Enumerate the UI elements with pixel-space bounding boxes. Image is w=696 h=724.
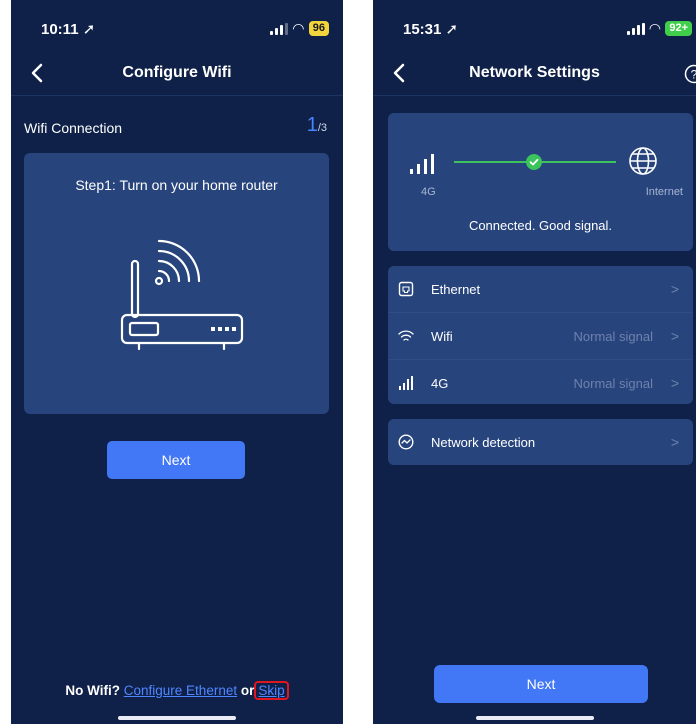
check-icon (526, 154, 542, 170)
cellular-signal-icon (410, 154, 434, 174)
footer-text: No Wifi? Configure Ethernet or Skip (11, 681, 343, 700)
internet-label: Internet (645, 186, 683, 198)
skip-link[interactable]: Skip (258, 683, 284, 698)
router-icon (120, 239, 244, 351)
4g-label: 4G (431, 375, 449, 391)
home-indicator (118, 716, 236, 720)
wifi-status-icon: ◠ (649, 20, 661, 36)
connection-status-text: Connected. Good signal. (468, 218, 613, 233)
connection-status-card: 4G Internet Connected. Good signal. (388, 113, 693, 251)
network-options-list: Ethernet > Wifi Normal signal > 4G Norma… (388, 266, 693, 404)
list-item-4g[interactable]: 4G Normal signal > (388, 359, 693, 406)
configure-ethernet-link[interactable]: Configure Ethernet (124, 683, 237, 698)
status-bar: 10:11 ➚ ◠ 96 (11, 16, 343, 46)
list-item-wifi[interactable]: Wifi Normal signal > (388, 312, 693, 359)
page-title: Configure Wifi (122, 64, 232, 81)
network-detection-item[interactable]: Network detection > (388, 419, 693, 465)
ethernet-label: Ethernet (431, 281, 481, 297)
network-type-label: 4G (421, 186, 436, 198)
step-text: Step1: Turn on your home router (75, 177, 278, 193)
step-card: Step1: Turn on your home router (24, 153, 329, 414)
nav-bar: Configure Wifi (11, 56, 343, 92)
network-detection-label: Network detection (431, 434, 536, 450)
next-button[interactable]: Next (107, 441, 245, 479)
4g-signal-value: Normal signal (573, 375, 653, 391)
nav-bar: Network Settings ? (373, 56, 696, 92)
home-indicator (475, 716, 594, 720)
next-button[interactable]: Next (434, 665, 648, 703)
network-settings-screen: 15:31 ➚ ◠ 92+ Network Settings ? 4G Inte… (373, 0, 696, 724)
battery-badge: 92+ (665, 21, 692, 36)
wifi-signal-value: Normal signal (573, 328, 653, 344)
no-wifi-label: No Wifi? (65, 683, 120, 698)
status-time: 10:11 ➚ (41, 21, 96, 38)
list-item-ethernet[interactable]: Ethernet > (388, 266, 693, 312)
step-indicator: 1/3 (307, 114, 327, 137)
section-label: Wifi Connection (24, 120, 123, 136)
svg-text:?: ? (691, 68, 696, 82)
help-icon[interactable]: ? (684, 64, 696, 84)
cell-signal-icon (269, 22, 288, 35)
divider (11, 95, 343, 96)
divider (373, 95, 696, 96)
cell-signal-icon (626, 22, 645, 35)
skip-highlight: Skip (254, 681, 289, 700)
cellular-signal-icon (399, 376, 413, 390)
chevron-right-icon: > (670, 434, 679, 450)
status-time: 15:31 ➚ (403, 21, 459, 38)
configure-wifi-screen: 10:11 ➚ ◠ 96 Configure Wifi Wifi Connect… (11, 0, 343, 724)
wifi-label: Wifi (431, 328, 453, 344)
chevron-right-icon: > (670, 281, 679, 297)
wifi-icon (398, 330, 414, 341)
step-total: /3 (317, 122, 327, 134)
chevron-right-icon: > (670, 328, 679, 344)
step-current: 1 (306, 114, 318, 136)
battery-badge: 96 (308, 21, 329, 36)
status-bar: 15:31 ➚ ◠ 92+ (373, 16, 696, 46)
or-label: or (240, 683, 255, 698)
page-title: Network Settings (469, 64, 600, 81)
chevron-right-icon: > (670, 375, 679, 391)
ethernet-icon (398, 281, 414, 297)
globe-icon (629, 147, 657, 175)
wifi-status-icon: ◠ (292, 20, 304, 36)
network-detection-icon (398, 434, 414, 450)
